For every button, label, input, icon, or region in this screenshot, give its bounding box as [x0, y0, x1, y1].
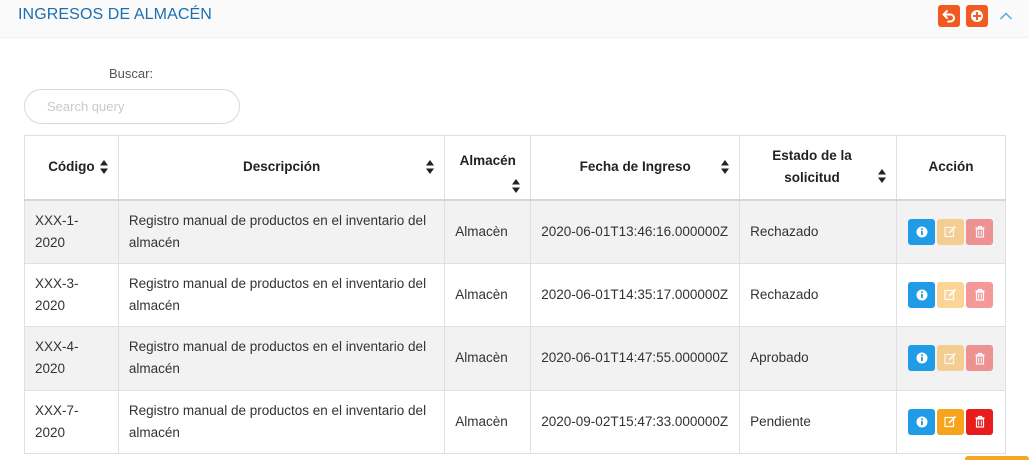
edit-button[interactable]	[937, 345, 965, 372]
table-row: XXX-1-2020 Registro manual de productos …	[24, 199, 1007, 264]
table-header-row: Código Descripción Almacén Fecha de Ingr…	[24, 135, 1007, 200]
delete-button[interactable]	[966, 345, 994, 372]
edit-button[interactable]	[937, 218, 965, 245]
cell-estado: Rechazado	[739, 262, 897, 327]
edit-button[interactable]	[937, 281, 965, 308]
cell-acciones	[895, 389, 1007, 454]
page-title: INGRESOS DE ALMACÉN	[18, 6, 212, 23]
column-header-label: Código	[48, 159, 95, 175]
info-button[interactable]	[908, 218, 936, 245]
add-button[interactable]	[966, 5, 988, 27]
cell-codigo: XXX-7-2020	[24, 389, 119, 454]
cell-almacen: Almacèn	[444, 262, 532, 327]
sort-icon	[512, 179, 521, 193]
panel-header: INGRESOS DE ALMACÉN	[0, 0, 1029, 38]
edit-button[interactable]	[937, 408, 965, 435]
info-button[interactable]	[908, 408, 936, 435]
cell-acciones	[895, 262, 1007, 327]
trash-icon	[975, 289, 985, 301]
back-button[interactable]	[938, 5, 960, 27]
edit-icon	[944, 352, 957, 364]
cell-codigo: XXX-4-2020	[24, 326, 119, 391]
column-header-label: Descripción	[242, 159, 321, 175]
info-button[interactable]	[908, 281, 936, 308]
column-header-descripcion[interactable]: Descripción	[117, 135, 446, 200]
trash-icon	[975, 352, 985, 365]
column-header-accion: Acción	[895, 135, 1007, 200]
cell-acciones	[895, 199, 1007, 264]
cell-estado: Pendiente	[739, 389, 897, 454]
column-header-label: Almacén	[459, 153, 516, 168]
edit-icon	[944, 416, 957, 428]
collapse-button[interactable]	[996, 6, 1016, 26]
sort-icon	[99, 160, 108, 175]
info-icon	[916, 416, 928, 428]
search-label: Buscar:	[109, 66, 154, 81]
plus-circle-icon	[971, 10, 983, 22]
undo-arrow-icon	[942, 10, 955, 23]
cell-fecha: 2020-06-01T14:47:55.000000Z	[530, 326, 741, 391]
table-row: XXX-7-2020 Registro manual de productos …	[24, 389, 1007, 454]
cell-almacen: Almacèn	[444, 199, 532, 264]
info-icon	[916, 226, 928, 237]
footer-button-edge	[965, 456, 1029, 460]
delete-button[interactable]	[966, 218, 994, 245]
cell-descripcion: Registro manual de productos en el inven…	[117, 326, 446, 391]
column-header-estado[interactable]: Estado de la solicitud	[739, 135, 897, 200]
column-header-label: Estado de la solicitud	[772, 148, 852, 186]
cell-codigo: XXX-3-2020	[24, 262, 119, 327]
ingresos-table: Código Descripción Almacén Fecha de Ingr…	[24, 135, 1007, 454]
info-button[interactable]	[908, 345, 936, 372]
column-header-codigo[interactable]: Código	[24, 135, 119, 200]
edit-icon	[944, 289, 957, 301]
cell-fecha: 2020-06-01T14:35:17.000000Z	[530, 262, 741, 327]
cell-codigo: XXX-1-2020	[24, 199, 119, 264]
cell-almacen: Almacèn	[444, 326, 532, 391]
sort-icon	[426, 160, 435, 175]
trash-icon	[975, 416, 985, 428]
cell-descripcion: Registro manual de productos en el inven…	[117, 389, 446, 454]
delete-button[interactable]	[966, 408, 994, 435]
table-row: XXX-4-2020 Registro manual de productos …	[24, 326, 1007, 391]
column-header-fecha[interactable]: Fecha de Ingreso	[530, 135, 741, 200]
delete-button[interactable]	[966, 281, 994, 308]
cell-descripcion: Registro manual de productos en el inven…	[117, 262, 446, 327]
info-icon	[916, 289, 928, 301]
table-row: XXX-3-2020 Registro manual de productos …	[24, 262, 1007, 327]
cell-estado: Aprobado	[739, 326, 897, 391]
column-header-almacen[interactable]: Almacén	[444, 135, 532, 200]
chevron-up-icon	[1000, 12, 1012, 20]
column-header-label: Fecha de Ingreso	[579, 159, 691, 175]
sort-icon	[877, 169, 886, 183]
column-header-label: Acción	[928, 159, 974, 175]
sort-icon	[721, 160, 730, 175]
edit-icon	[944, 225, 957, 238]
cell-acciones	[895, 326, 1007, 391]
cell-estado: Rechazado	[739, 199, 897, 264]
search-input[interactable]	[24, 89, 240, 124]
trash-icon	[975, 225, 985, 238]
cell-descripcion: Registro manual de productos en el inven…	[117, 199, 446, 264]
cell-fecha: 2020-09-02T15:47:33.000000Z	[530, 389, 741, 454]
cell-fecha: 2020-06-01T13:46:16.000000Z	[530, 199, 741, 264]
info-icon	[916, 352, 928, 364]
cell-almacen: Almacèn	[444, 389, 532, 454]
